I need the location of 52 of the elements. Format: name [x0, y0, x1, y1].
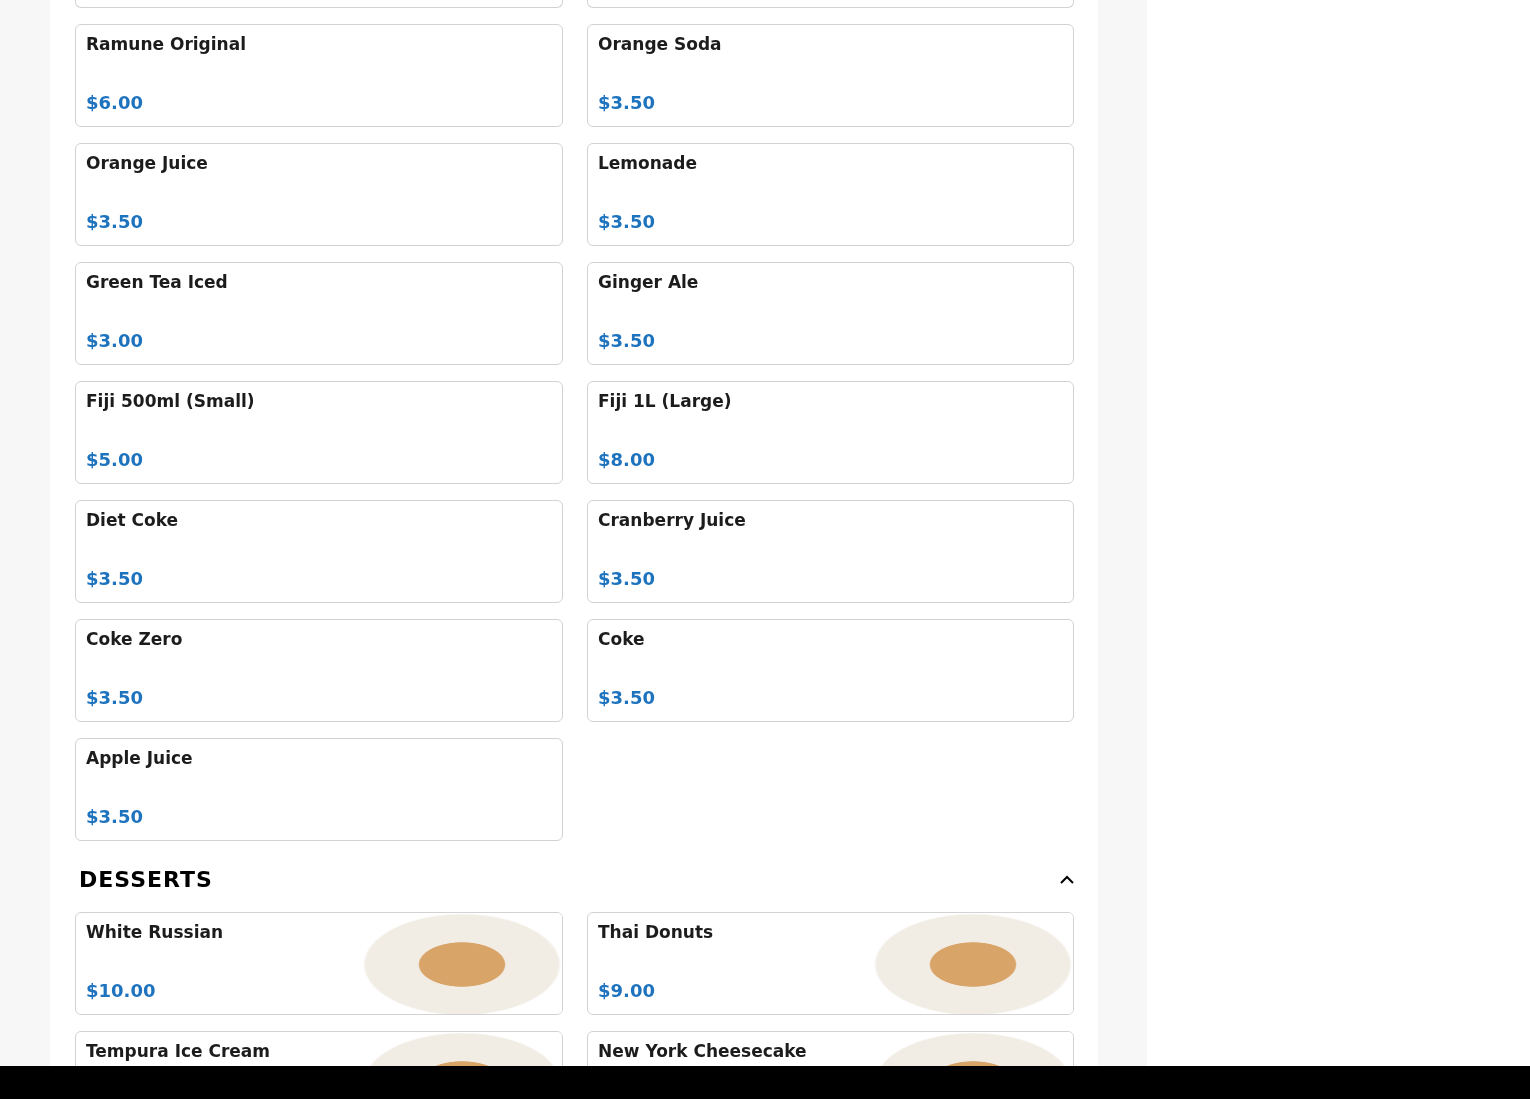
item-price: $3.50: [598, 211, 655, 232]
item-price: $3.50: [598, 92, 655, 113]
collapse-toggle[interactable]: [1060, 875, 1074, 884]
section-title: DESSERTS: [79, 867, 213, 892]
menu-card[interactable]: Green Tea Iced $3.00: [75, 262, 563, 365]
menu-card[interactable]: Fiji 500ml (Small) $5.00: [75, 381, 563, 484]
item-name: Orange Soda: [598, 34, 722, 54]
menu-card[interactable]: Apple Juice $3.50: [75, 738, 563, 841]
item-price: $3.50: [598, 568, 655, 589]
menu-card[interactable]: Diet Coke $3.50: [75, 500, 563, 603]
item-name: Orange Juice: [86, 153, 208, 173]
menu-card[interactable]: Cranberry Juice $3.50: [587, 500, 1074, 603]
item-name: Thai Donuts: [598, 922, 714, 942]
menu-card[interactable]: Fiji 1L (Large) $8.00: [587, 381, 1074, 484]
menu-card[interactable]: Thai Donuts $9.00: [587, 912, 1074, 1015]
menu-card[interactable]: New York Cheesecake: [587, 1031, 1074, 1066]
item-price: $9.00: [598, 980, 655, 1001]
item-name: Ginger Ale: [598, 272, 699, 292]
item-price: $3.50: [86, 211, 143, 232]
menu-card[interactable]: Orange Soda $3.50: [587, 24, 1074, 127]
item-name: Green Tea Iced: [86, 272, 228, 292]
item-name: Lemonade: [598, 153, 698, 173]
item-price: $3.50: [598, 687, 655, 708]
item-name: Diet Coke: [86, 510, 179, 530]
item-price: $3.50: [86, 687, 143, 708]
item-price: $6.00: [86, 92, 143, 113]
item-name: Ramune Original: [86, 34, 246, 54]
item-price: $3.50: [86, 806, 143, 827]
menu-card[interactable]: Ramune Original $6.00: [75, 24, 563, 127]
item-name: Fiji 500ml (Small): [86, 391, 255, 411]
menu-card[interactable]: Ginger Ale $3.50: [587, 262, 1074, 365]
menu-card[interactable]: Lemonade $3.50: [587, 143, 1074, 246]
menu-card[interactable]: White Russian $10.00: [75, 912, 563, 1015]
item-name: Coke Zero: [86, 629, 183, 649]
item-name: Fiji 1L (Large): [598, 391, 732, 411]
item-price: $8.00: [598, 449, 655, 470]
item-name: Cranberry Juice: [598, 510, 746, 530]
item-price: $3.50: [598, 330, 655, 351]
item-price: $3.00: [86, 330, 143, 351]
item-name: White Russian: [86, 922, 224, 942]
menu-card[interactable]: Coke $3.50: [587, 619, 1074, 722]
menu-card[interactable]: Orange Juice $3.50: [75, 143, 563, 246]
menu-card[interactable]: Coke Zero $3.50: [75, 619, 563, 722]
item-name: Coke: [598, 629, 645, 649]
item-price: $5.00: [86, 449, 143, 470]
item-price: $3.50: [86, 568, 143, 589]
item-name: Apple Juice: [86, 748, 193, 768]
item-name: Tempura Ice Cream: [86, 1041, 271, 1061]
item-price: $10.00: [86, 980, 156, 1001]
chevron-up-icon: [1060, 875, 1074, 884]
item-name: New York Cheesecake: [598, 1041, 807, 1061]
menu-card[interactable]: Tempura Ice Cream: [75, 1031, 563, 1066]
